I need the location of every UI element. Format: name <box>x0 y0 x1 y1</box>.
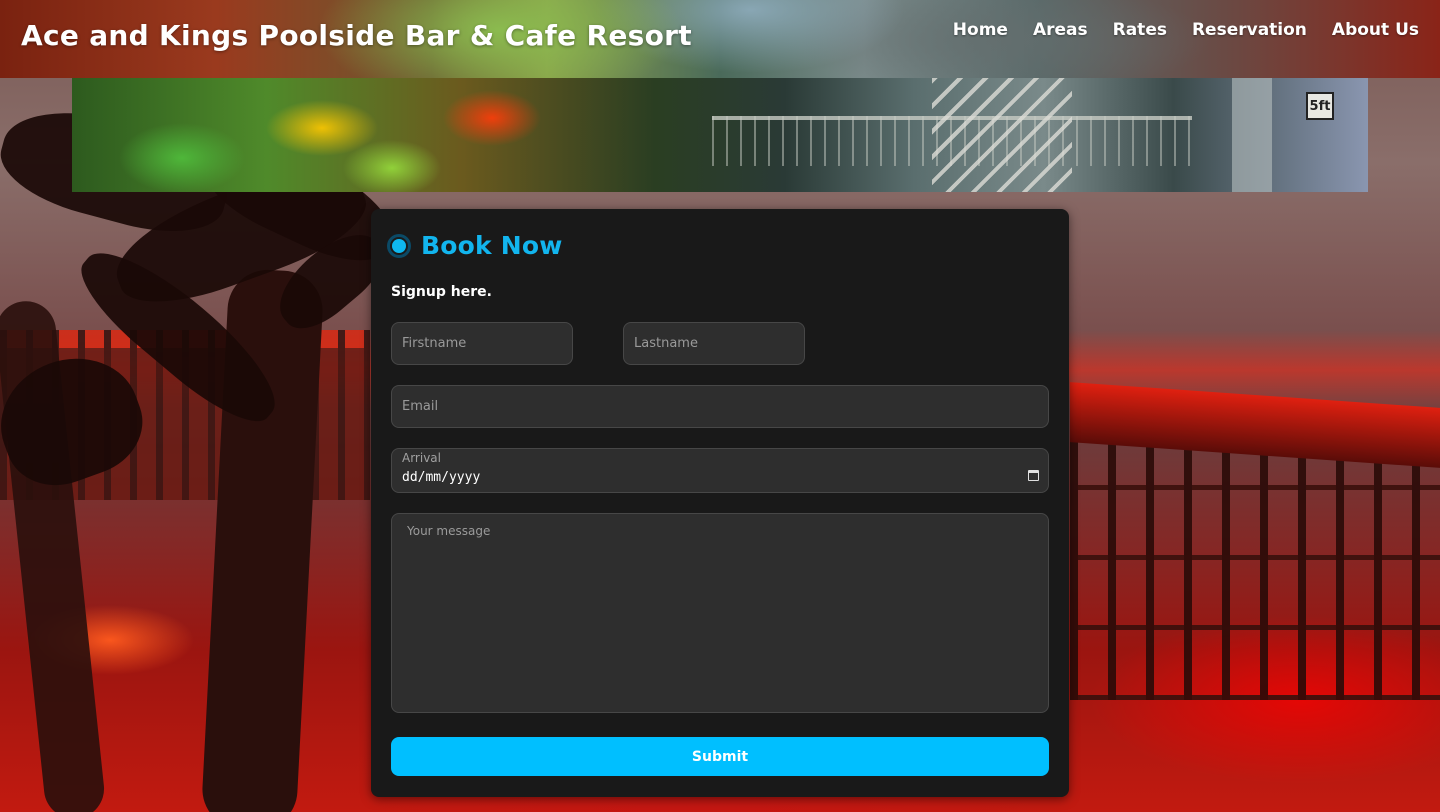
form-title: Book Now <box>421 231 563 260</box>
depth-sign: 5ft <box>1306 92 1334 120</box>
submit-button[interactable]: Submit <box>391 737 1049 776</box>
banner-stairs <box>932 78 1072 192</box>
nav-home[interactable]: Home <box>953 20 1008 40</box>
arrival-label: Arrival <box>402 451 441 465</box>
site-header: Ace and Kings Poolside Bar & Cafe Resort… <box>0 0 1440 78</box>
nav-about-us[interactable]: About Us <box>1332 20 1419 40</box>
nav-reservation[interactable]: Reservation <box>1192 20 1307 40</box>
form-subtitle: Signup here. <box>391 284 492 300</box>
site-title[interactable]: Ace and Kings Poolside Bar & Cafe Resort <box>21 19 692 52</box>
pier-legs <box>1070 440 1440 700</box>
banner-image: 5ft <box>72 78 1368 192</box>
booking-form: Book Now Signup here. Arrival dd/mm/yyyy… <box>371 209 1069 797</box>
form-header: Book Now <box>387 231 563 260</box>
email-input[interactable] <box>391 385 1049 428</box>
firstname-input[interactable] <box>391 322 573 365</box>
lastname-input[interactable] <box>623 322 805 365</box>
calendar-icon[interactable] <box>1028 470 1039 481</box>
arrival-date-field[interactable]: Arrival dd/mm/yyyy <box>391 448 1049 493</box>
main-nav: Home Areas Rates Reservation About Us <box>953 20 1419 40</box>
banner-pillar <box>1232 78 1272 192</box>
arrival-date-input[interactable]: dd/mm/yyyy <box>402 470 480 485</box>
nav-areas[interactable]: Areas <box>1033 20 1088 40</box>
dot-icon <box>387 233 411 258</box>
nav-rates[interactable]: Rates <box>1113 20 1167 40</box>
message-textarea[interactable] <box>391 513 1049 713</box>
